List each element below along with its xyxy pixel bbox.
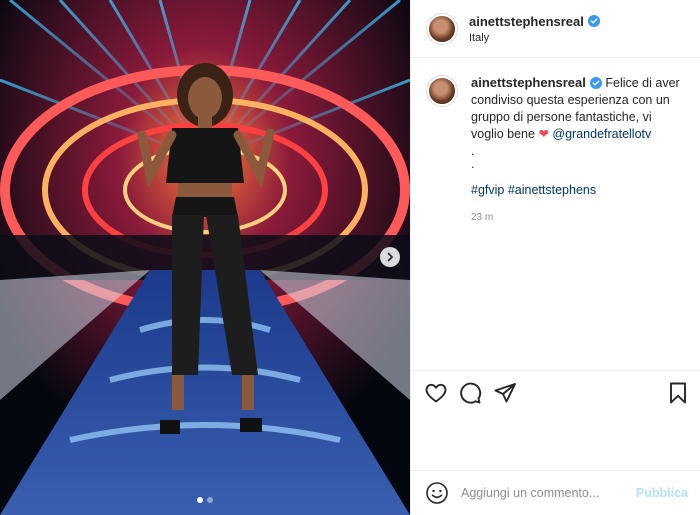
post-sidebar: ainettstephensreal Italy ainettstephensr… (410, 0, 700, 515)
comment-bubble-icon (460, 382, 482, 404)
carousel-indicator (0, 497, 410, 503)
publish-button[interactable]: Pubblica (636, 486, 688, 500)
comments-section: ainettstephensreal Felice di aver condiv… (411, 58, 700, 403)
post-header: ainettstephensreal Italy (411, 0, 700, 58)
stage-photo (0, 0, 410, 515)
caption-username-row: ainettstephensreal (471, 74, 602, 91)
mention-link[interactable]: @grandefratellotv (552, 127, 651, 141)
hashtag-link[interactable]: #ainettstephens (508, 183, 596, 197)
carousel-dot-active (197, 497, 203, 503)
smiley-icon[interactable] (425, 481, 449, 505)
caption-dot: . (471, 144, 475, 158)
carousel-next-button[interactable] (380, 247, 400, 267)
share-button[interactable] (493, 381, 517, 405)
action-bar (411, 370, 700, 414)
paper-plane-icon (494, 383, 516, 403)
caption-username[interactable]: ainettstephensreal (471, 74, 586, 91)
save-button[interactable] (666, 381, 690, 405)
carousel-dot (207, 497, 213, 503)
caption-avatar[interactable] (427, 76, 457, 106)
caption-timestamp[interactable]: 23 m (471, 209, 684, 226)
comment-composer: Pubblica (411, 470, 700, 515)
chevron-right-icon (387, 252, 394, 262)
instagram-post: ainettstephensreal Italy ainettstephensr… (0, 0, 700, 515)
author-username-row: ainettstephensreal (469, 14, 600, 29)
like-button[interactable] (424, 381, 448, 405)
caption-hashtags: #gfvip #ainettstephens (471, 182, 684, 199)
heart-outline-icon (425, 383, 447, 403)
caption-dot: . (471, 157, 475, 171)
author-username[interactable]: ainettstephensreal (469, 14, 584, 29)
hashtag-link[interactable]: #gfvip (471, 183, 504, 197)
verified-badge-icon (587, 15, 600, 27)
author-avatar[interactable] (427, 13, 457, 44)
comment-input[interactable] (461, 486, 636, 500)
post-location[interactable]: Italy (469, 32, 600, 44)
red-heart-emoji: ❤ (538, 127, 549, 141)
verified-badge-icon (589, 76, 602, 89)
bookmark-icon (670, 382, 686, 404)
post-photo[interactable] (0, 0, 410, 515)
comment-button[interactable] (458, 381, 482, 405)
caption-comment: ainettstephensreal Felice di aver condiv… (411, 58, 700, 226)
